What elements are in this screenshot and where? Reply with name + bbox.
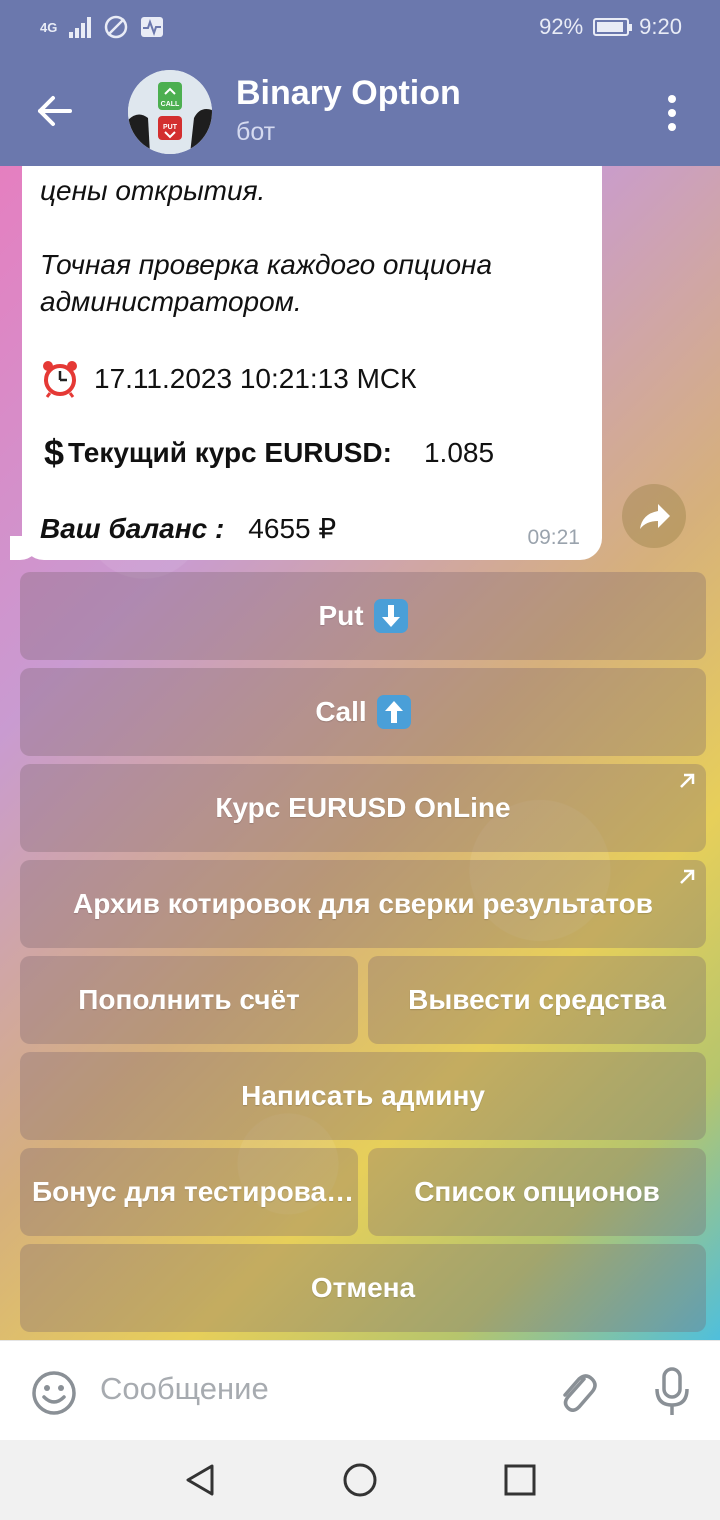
rate-online-button[interactable]: Курс EURUSD OnLine: [20, 764, 706, 852]
attach-icon[interactable]: [554, 1367, 598, 1417]
put-label: Put: [318, 600, 364, 631]
message-bubble[interactable]: цены открытия. Точная проверка каждого о…: [22, 166, 602, 560]
network-label: 4G: [40, 19, 58, 35]
dollar-icon: $: [44, 432, 65, 473]
message-input-bar: Сообщение: [0, 1340, 720, 1440]
back-arrow-icon[interactable]: [34, 90, 76, 132]
bot-avatar[interactable]: CALL PUT: [128, 70, 212, 154]
deposit-label: Пополнить счёт: [78, 984, 300, 1015]
deposit-button[interactable]: Пополнить счёт: [20, 956, 358, 1044]
bonus-button[interactable]: Бонус для тестирова…: [20, 1148, 358, 1236]
avatar-call-text: CALL: [161, 101, 180, 108]
share-arrow-icon: [640, 504, 670, 529]
message-check-line-2: администратором.: [40, 286, 302, 317]
signal-icon: [69, 17, 92, 38]
write-admin-button[interactable]: Написать админу: [20, 1052, 706, 1140]
cancel-button[interactable]: Отмена: [20, 1244, 706, 1332]
activity-icon: [141, 17, 164, 37]
clock: 9:20: [639, 14, 682, 39]
up-arrow-icon: [376, 695, 411, 729]
message-line-top: цены открытия.: [40, 175, 266, 206]
archive-label: Архив котировок для сверки результатов: [72, 888, 653, 919]
chat-area[interactable]: цены открытия. Точная проверка каждого о…: [0, 166, 720, 1340]
withdraw-button[interactable]: Вывести средства: [368, 956, 706, 1044]
cancel-label: Отмена: [310, 1272, 416, 1303]
avatar-put-text: PUT: [163, 124, 178, 131]
chat-title[interactable]: Binary Option: [236, 74, 461, 113]
balance-value: 4655 ₽: [248, 513, 337, 544]
put-button[interactable]: Put: [20, 572, 706, 660]
external-link-icon: [680, 869, 695, 884]
options-list-label: Список опционов: [414, 1176, 660, 1207]
microphone-icon[interactable]: [652, 1365, 692, 1419]
status-right: 92% 9:20: [539, 14, 682, 40]
more-vertical-icon[interactable]: [660, 92, 684, 134]
data-saver-icon: [105, 15, 128, 39]
message-input[interactable]: Сообщение: [100, 1371, 269, 1407]
options-list-button[interactable]: Список опционов: [368, 1148, 706, 1236]
status-bar: 4G 92% 9:20: [0, 0, 720, 56]
rate-label: Текущий курс EURUSD:: [68, 437, 392, 468]
message-time: 09:21: [527, 526, 580, 549]
archive-button[interactable]: Архив котировок для сверки результатов: [20, 860, 706, 948]
balance-label: Ваш баланс :: [40, 513, 225, 544]
bonus-label: Бонус для тестирова…: [32, 1176, 355, 1207]
avatar-image: CALL PUT: [128, 70, 212, 154]
withdraw-label: Вывести средства: [408, 984, 666, 1015]
nav-recents-icon[interactable]: [502, 1462, 538, 1498]
call-button[interactable]: Call: [20, 668, 706, 756]
chat-header: CALL PUT Binary Option бот: [0, 56, 720, 166]
status-left: 4G: [40, 14, 165, 40]
message-datetime: 17.11.2023 10:21:13 МСК: [94, 362, 417, 394]
call-label: Call: [315, 696, 367, 727]
system-nav-bar: [0, 1440, 720, 1520]
write-admin-label: Написать админу: [241, 1080, 485, 1111]
rate-value: 1.085: [423, 437, 495, 468]
battery-icon: [593, 18, 633, 36]
down-arrow-icon: [373, 599, 408, 633]
share-button[interactable]: [622, 484, 686, 548]
external-link-icon: [680, 773, 695, 788]
nav-home-icon[interactable]: [342, 1462, 378, 1498]
chat-subtitle: бот: [236, 118, 276, 146]
battery-percent: 92%: [539, 14, 584, 39]
rate-online-label: Курс EURUSD OnLine: [215, 792, 511, 823]
message-datetime-row: 17.11.2023 10:21:13 МСК: [40, 358, 416, 398]
nav-back-icon[interactable]: [182, 1462, 218, 1498]
message-check-line-1: Точная проверка каждого опциона: [40, 249, 493, 280]
message-balance-row: Ваш баланс : 4655 ₽: [40, 510, 336, 547]
alarm-clock-icon: [43, 361, 77, 398]
message-rate-row: $ Текущий курс EURUSD: 1.085: [40, 434, 494, 471]
emoji-icon[interactable]: [30, 1369, 78, 1417]
